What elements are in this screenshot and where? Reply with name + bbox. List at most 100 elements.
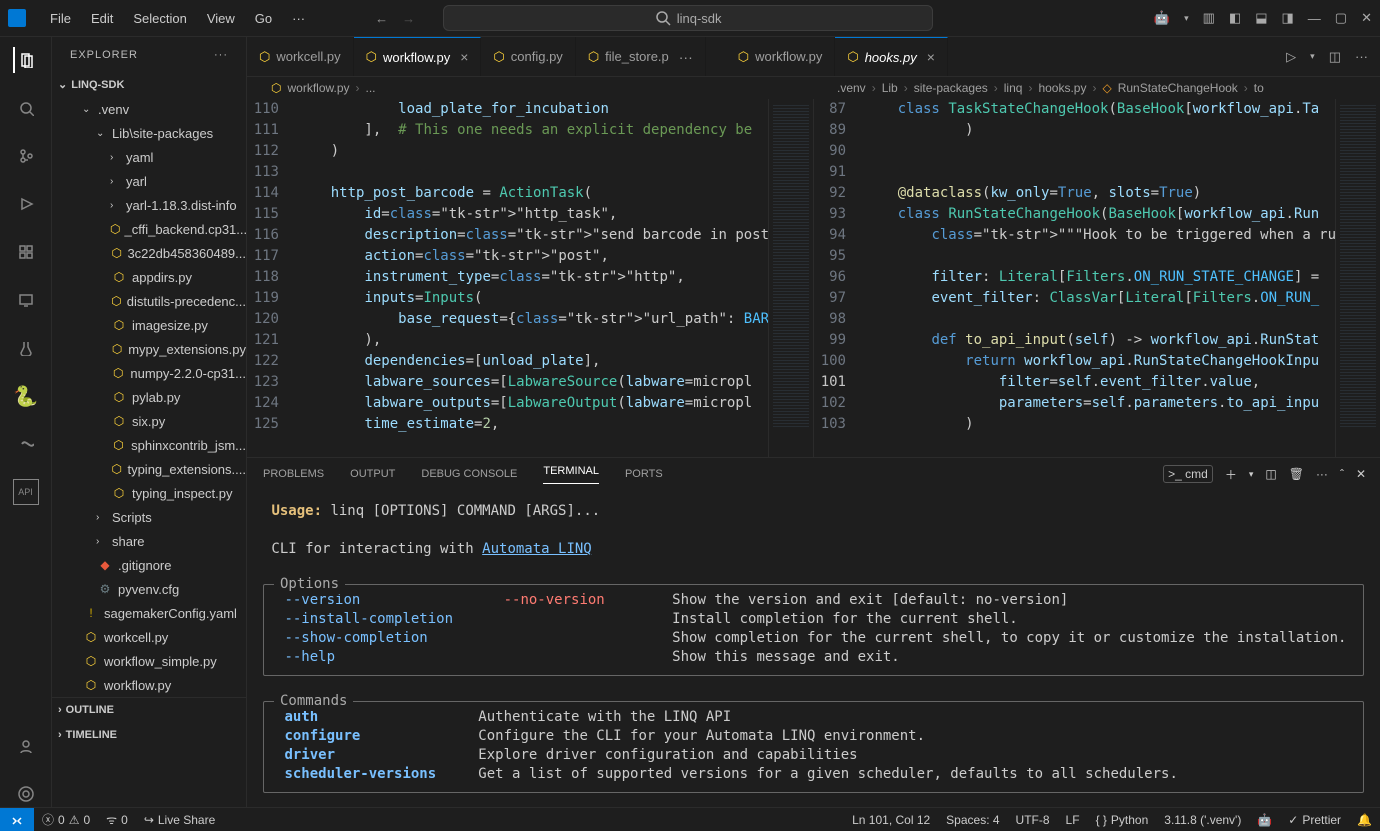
terminal-profile[interactable]: >_ cmd [1163,465,1213,483]
tab-workflow-py[interactable]: ⬡workflow.py× [354,37,482,76]
breadcrumb-item[interactable]: site-packages [914,81,988,95]
breadcrumb-item[interactable]: workflow.py [287,81,349,95]
tab-hooks-py[interactable]: ⬡hooks.py× [835,37,948,76]
tree-file[interactable]: ⬡typing_inspect.py [52,481,246,505]
outline-section[interactable]: ›OUTLINE [52,697,246,722]
layout-custom-icon[interactable]: ▥ [1203,10,1215,26]
explorer-more-icon[interactable]: ··· [214,49,228,61]
tab-file_store-p[interactable]: ⬡file_store.p··· [576,37,706,76]
share-icon[interactable] [13,431,39,457]
sb-errors[interactable]: ⓧ0⚠0 [34,811,98,828]
editor-pane-right[interactable]: 878990919293949596979899100101102103 cla… [814,99,1380,457]
menu-go[interactable]: Go [245,11,282,26]
terminal-dropdown-icon[interactable]: ▾ [1249,469,1254,480]
editor-pane-left[interactable]: 1101111121131141151161171181191201211221… [247,99,814,457]
tab-more-icon[interactable]: ··· [679,49,693,65]
tree-file[interactable]: ⬡six.py [52,409,246,433]
timeline-section[interactable]: ›TIMELINE [52,722,246,747]
breadcrumb-item[interactable]: ... [366,81,376,95]
menu-view[interactable]: View [197,11,245,26]
tree-file[interactable]: ⬡appdirs.py [52,265,246,289]
terminal-split-icon[interactable]: ◫ [1265,467,1276,481]
panel-tab-problems[interactable]: PROBLEMS [263,468,324,480]
tree-file[interactable]: !sagemakerConfig.yaml [52,601,246,625]
remote-indicator[interactable] [0,808,34,831]
sb-spaces[interactable]: Spaces: 4 [938,813,1007,827]
breadcrumb-item[interactable]: .venv [837,81,866,95]
run-debug-icon[interactable] [13,191,39,217]
minimap[interactable] [1335,99,1380,457]
breadcrumb-item[interactable]: Lib [882,81,898,95]
tree-folder[interactable]: ›share [52,529,246,553]
tree-file[interactable]: ⬡mypy_extensions.py [52,337,246,361]
tab-workflow-py[interactable]: ⬡workflow.py [726,37,836,76]
sb-pyver[interactable]: 3.11.8 ('.venv') [1156,813,1249,827]
tree-file[interactable]: ⬡workflow.py [52,673,246,697]
breadcrumb-item[interactable]: to [1254,81,1264,95]
panel-tab-terminal[interactable]: TERMINAL [543,465,599,484]
tab-close-icon[interactable]: × [927,49,935,65]
terminal-kill-icon[interactable]: 🗑 [1289,467,1304,481]
tree-file[interactable]: ⬡distutils-precedenc... [52,289,246,313]
panel-close-icon[interactable]: ✕ [1356,467,1366,481]
remote-explorer-icon[interactable] [13,287,39,313]
tree-file[interactable]: ⬡_cffi_backend.cp31... [52,217,246,241]
menu-edit[interactable]: Edit [81,11,123,26]
breadcrumb-item[interactable]: linq [1004,81,1023,95]
nav-back-icon[interactable]: ← [375,11,388,26]
sb-ports[interactable]: ᯤ0 [98,811,136,828]
python-icon[interactable]: 🐍 [13,383,39,409]
terminal-more-icon[interactable]: ··· [1316,467,1328,481]
copilot-chevron[interactable]: ▾ [1184,13,1189,24]
accounts-icon[interactable] [13,733,39,759]
sb-encoding[interactable]: UTF-8 [1008,813,1058,827]
project-root[interactable]: ⌄LINQ-SDK [52,72,246,97]
tree-folder[interactable]: ›yarl-1.18.3.dist-info [52,193,246,217]
tree-file[interactable]: ⚙pyvenv.cfg [52,577,246,601]
editor-more-icon[interactable]: ··· [1355,49,1368,64]
api-icon[interactable]: API [13,479,39,505]
tree-folder[interactable]: ›yaml [52,145,246,169]
terminal-new-icon[interactable]: ＋ [1225,466,1237,483]
search-icon[interactable] [13,95,39,121]
layout-sidebar-left-icon[interactable]: ◧ [1229,10,1241,26]
split-editor-icon[interactable]: ◫ [1329,49,1341,65]
window-maximize-icon[interactable]: ▢ [1335,10,1347,26]
tree-file[interactable]: ⬡typing_extensions.... [52,457,246,481]
panel-tab-ports[interactable]: PORTS [625,468,663,480]
extensions-icon[interactable] [13,239,39,265]
sb-copilot[interactable]: 🤖 [1249,813,1280,827]
layout-panel-icon[interactable]: ⬓ [1255,10,1267,26]
layout-sidebar-right-icon[interactable]: ◨ [1282,10,1294,26]
tree-file[interactable]: ⬡sphinxcontrib_jsm... [52,433,246,457]
breadcrumb-item[interactable]: RunStateChangeHook [1118,81,1238,95]
tree-folder[interactable]: ⌄.venv [52,97,246,121]
sb-eol[interactable]: LF [1058,813,1088,827]
tab-workcell-py[interactable]: ⬡workcell.py [247,37,354,76]
panel-tab-debug-console[interactable]: DEBUG CONSOLE [421,468,517,480]
breadcrumbs[interactable]: ⬡ workflow.py›....venv›Lib›site-packages… [247,77,1380,99]
sb-lncol[interactable]: Ln 101, Col 12 [844,813,938,827]
terminal[interactable]: Usage: linq [OPTIONS] COMMAND [ARGS]... … [247,490,1380,807]
sb-prettier[interactable]: ✓Prettier [1280,813,1349,827]
menu-file[interactable]: File [40,11,81,26]
tree-folder[interactable]: ⌄Lib\site-packages [52,121,246,145]
window-close-icon[interactable]: ✕ [1361,10,1372,26]
settings-icon[interactable] [13,781,39,807]
nav-forward-icon[interactable]: → [402,11,415,26]
breadcrumb-item[interactable]: hooks.py [1038,81,1086,95]
tree-folder[interactable]: ›yarl [52,169,246,193]
tab-close-icon[interactable]: × [460,49,468,65]
tree-file[interactable]: ⬡workflow_simple.py [52,649,246,673]
sb-lang[interactable]: { }Python [1088,813,1157,827]
minimap[interactable] [768,99,813,457]
menu-selection[interactable]: Selection [123,11,196,26]
explorer-icon[interactable] [13,47,39,73]
tree-folder[interactable]: ›Scripts [52,505,246,529]
sb-bell[interactable]: 🔔 [1349,813,1380,827]
tree-file[interactable]: ⬡imagesize.py [52,313,246,337]
sb-liveshare[interactable]: ↪Live Share [136,813,223,827]
source-control-icon[interactable] [13,143,39,169]
tab-config-py[interactable]: ⬡config.py [481,37,575,76]
window-minimize-icon[interactable]: ― [1308,11,1321,26]
